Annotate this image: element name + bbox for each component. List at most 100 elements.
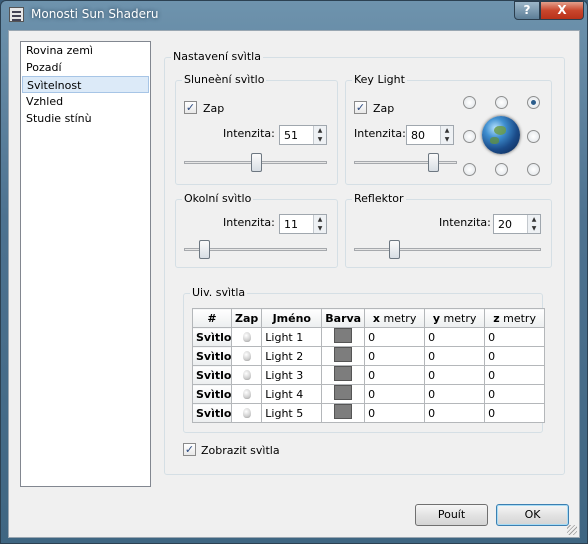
user-lights-table[interactable]: # Zap Jméno Barva x metry y metry z metr… <box>192 308 546 423</box>
light-name-cell[interactable]: Light 2 <box>261 346 323 366</box>
light-z-cell[interactable]: 0 <box>484 403 546 423</box>
light-color-cell[interactable] <box>321 346 366 366</box>
light-z-cell[interactable]: 0 <box>484 384 546 404</box>
light-y-cell[interactable]: 0 <box>424 365 486 385</box>
spin-down-icon[interactable]: ▼ <box>440 135 453 144</box>
light-on-cell[interactable] <box>230 403 263 423</box>
keylight-on-checkbox[interactable]: ✓ <box>354 101 367 114</box>
direction-radio-top-left[interactable] <box>463 96 476 109</box>
reflector-intensity-spinbox[interactable]: 20 ▲ ▼ <box>493 214 541 234</box>
nav-item-appearance[interactable]: Vzhled <box>22 93 149 110</box>
light-on-cell[interactable] <box>230 384 263 404</box>
reflector-slider-thumb[interactable] <box>389 240 401 259</box>
light-name-cell[interactable]: Light 4 <box>261 384 323 404</box>
keylight-intensity-spinbox[interactable]: 80 ▲ ▼ <box>406 125 454 145</box>
direction-radio-top-right[interactable] <box>527 96 540 109</box>
light-name-cell[interactable]: Light 5 <box>261 403 323 423</box>
color-swatch[interactable] <box>334 328 353 343</box>
help-button[interactable]: ? <box>514 1 540 20</box>
light-name-cell[interactable]: Light 3 <box>261 365 323 385</box>
light-x-cell[interactable]: 0 <box>364 403 426 423</box>
col-header-name[interactable]: Jméno <box>261 308 323 328</box>
col-header-y-unit: metry <box>443 311 477 325</box>
table-row[interactable]: Svìtlo1 Light 1 0 0 0 <box>192 327 546 347</box>
color-swatch[interactable] <box>334 366 353 381</box>
light-color-cell[interactable] <box>321 384 366 404</box>
light-y-cell[interactable]: 0 <box>424 327 486 347</box>
spin-up-icon[interactable]: ▲ <box>440 126 453 135</box>
category-list[interactable]: Rovina zemì Pozadí Svìtelnost Vzhled Stu… <box>20 41 151 487</box>
sunlight-intensity-spinbox[interactable]: 51 ▲ ▼ <box>279 125 327 145</box>
row-header[interactable]: Svìtlo1 <box>192 327 232 347</box>
keylight-slider-track[interactable] <box>354 161 457 164</box>
nav-item-background[interactable]: Pozadí <box>22 59 149 76</box>
sunlight-slider-thumb[interactable] <box>251 153 263 172</box>
direction-radio-right[interactable] <box>527 130 540 143</box>
resize-grip[interactable] <box>567 525 577 535</box>
ambient-intensity-spinbox[interactable]: 11 ▲ ▼ <box>279 214 327 234</box>
light-color-cell[interactable] <box>321 365 366 385</box>
table-row[interactable]: Svìtlo2 Light 2 0 0 0 <box>192 346 546 366</box>
direction-radio-left[interactable] <box>463 130 476 143</box>
light-color-cell[interactable] <box>321 403 366 423</box>
spin-down-icon[interactable]: ▼ <box>527 224 540 233</box>
light-on-cell[interactable] <box>230 346 263 366</box>
light-x-cell[interactable]: 0 <box>364 365 426 385</box>
light-z-cell[interactable]: 0 <box>484 365 546 385</box>
spin-up-icon[interactable]: ▲ <box>313 215 326 224</box>
light-x-cell[interactable]: 0 <box>364 327 426 347</box>
direction-radio-bottom[interactable] <box>495 163 508 176</box>
light-bulb-icon[interactable] <box>242 369 251 380</box>
light-z-cell[interactable]: 0 <box>484 327 546 347</box>
col-header-x[interactable]: x metry <box>364 308 426 328</box>
light-bulb-icon[interactable] <box>242 350 251 361</box>
row-header[interactable]: Svìtlo3 <box>192 365 232 385</box>
close-button[interactable]: X <box>540 1 584 20</box>
color-swatch[interactable] <box>334 385 353 400</box>
spin-down-icon[interactable]: ▼ <box>313 224 326 233</box>
direction-radio-top[interactable] <box>495 96 508 109</box>
light-name-cell[interactable]: Light 1 <box>261 327 323 347</box>
row-header[interactable]: Svìtlo4 <box>192 384 232 404</box>
table-row[interactable]: Svìtlo4 Light 4 0 0 0 <box>192 384 546 404</box>
nav-item-lighting[interactable]: Svìtelnost <box>22 76 149 93</box>
reflector-slider-track[interactable] <box>354 248 541 251</box>
color-swatch[interactable] <box>334 404 353 419</box>
col-header-num[interactable]: # <box>192 308 232 328</box>
table-row[interactable]: Svìtlo3 Light 3 0 0 0 <box>192 365 546 385</box>
nav-item-shadow-study[interactable]: Studie stínù <box>22 110 149 127</box>
light-x-cell[interactable]: 0 <box>364 384 426 404</box>
sunlight-on-checkbox[interactable]: ✓ <box>184 101 197 114</box>
spin-up-icon[interactable]: ▲ <box>527 215 540 224</box>
light-y-cell[interactable]: 0 <box>424 346 486 366</box>
col-header-z[interactable]: z metry <box>484 308 546 328</box>
light-y-cell[interactable]: 0 <box>424 384 486 404</box>
light-y-cell[interactable]: 0 <box>424 403 486 423</box>
light-on-cell[interactable] <box>230 327 263 347</box>
light-on-cell[interactable] <box>230 365 263 385</box>
color-swatch[interactable] <box>334 347 353 362</box>
keylight-slider-thumb[interactable] <box>427 153 439 172</box>
light-x-cell[interactable]: 0 <box>364 346 426 366</box>
title-bar[interactable]: Monosti Sun Shaderu ? X <box>1 1 587 29</box>
col-header-on[interactable]: Zap <box>230 308 263 328</box>
ok-button[interactable]: OK <box>496 504 569 526</box>
light-bulb-icon[interactable] <box>242 407 251 418</box>
ambient-slider-thumb[interactable] <box>198 240 210 259</box>
nav-item-ground-plane[interactable]: Rovina zemì <box>22 42 149 59</box>
row-header[interactable]: Svìtlo5 <box>192 403 232 423</box>
show-lights-checkbox[interactable]: ✓ <box>183 443 196 456</box>
spin-down-icon[interactable]: ▼ <box>313 135 326 144</box>
light-bulb-icon[interactable] <box>242 388 251 399</box>
apply-button[interactable]: Pouít <box>415 504 488 526</box>
light-color-cell[interactable] <box>321 327 366 347</box>
spin-up-icon[interactable]: ▲ <box>313 126 326 135</box>
direction-radio-bottom-left[interactable] <box>463 163 476 176</box>
light-z-cell[interactable]: 0 <box>484 346 546 366</box>
direction-radio-bottom-right[interactable] <box>527 163 540 176</box>
col-header-color[interactable]: Barva <box>321 308 366 328</box>
light-bulb-icon[interactable] <box>242 331 251 342</box>
col-header-y[interactable]: y metry <box>424 308 486 328</box>
row-header[interactable]: Svìtlo2 <box>192 346 232 366</box>
table-row[interactable]: Svìtlo5 Light 5 0 0 0 <box>192 403 546 423</box>
